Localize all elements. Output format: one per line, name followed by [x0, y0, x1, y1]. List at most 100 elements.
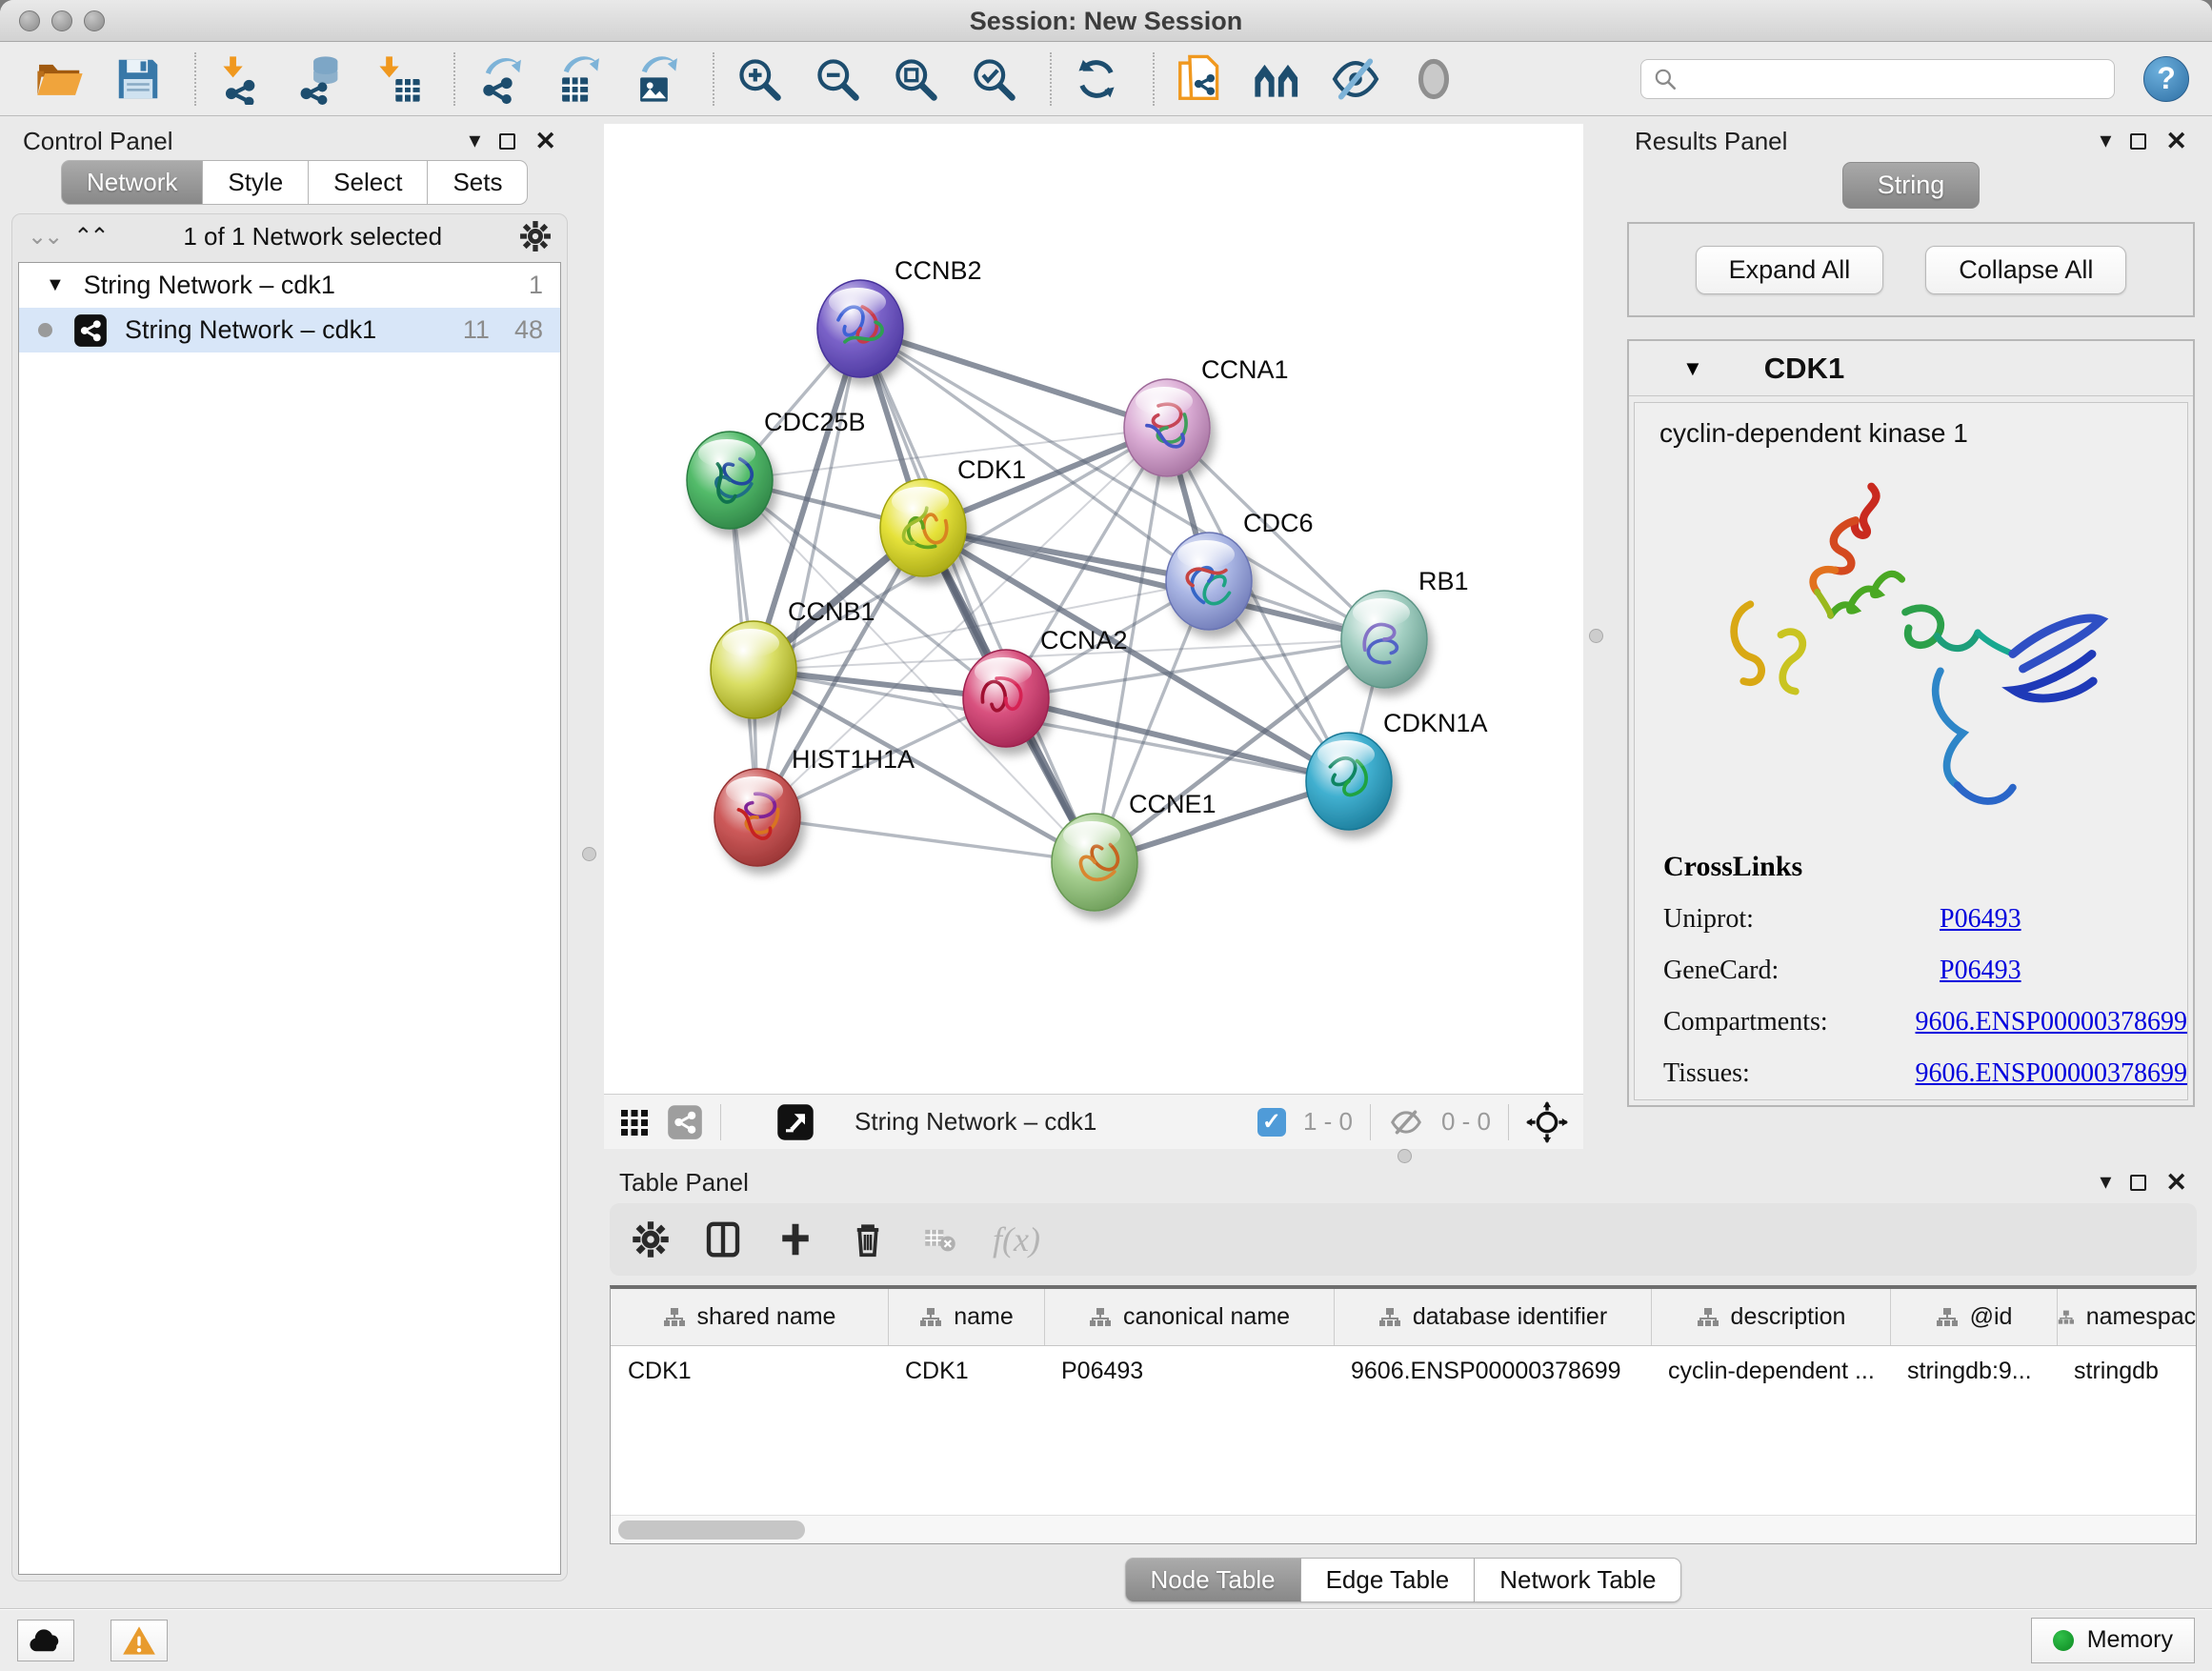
add-column-icon[interactable]: [775, 1219, 815, 1259]
export-table-icon[interactable]: [551, 51, 606, 107]
tab-select[interactable]: Select: [309, 160, 428, 205]
expand-all-icon[interactable]: ⌃⌃: [73, 223, 106, 251]
cell-name[interactable]: CDK1: [888, 1358, 1044, 1385]
float-panel-icon[interactable]: [499, 133, 515, 150]
node-RB1[interactable]: [1341, 591, 1427, 688]
selected-checkbox[interactable]: ✓: [1257, 1108, 1286, 1137]
node-CDC25B[interactable]: [687, 432, 773, 529]
cell-canonical-name[interactable]: P06493: [1044, 1358, 1334, 1385]
cloud-button[interactable]: [17, 1620, 74, 1661]
tab-network-table[interactable]: Network Table: [1475, 1558, 1681, 1602]
zoom-fit-icon[interactable]: [888, 51, 943, 107]
horizontal-splitter-handle[interactable]: [1398, 1149, 1412, 1163]
right-splitter-handle[interactable]: [1589, 629, 1603, 643]
minimize-window-button[interactable]: [51, 10, 72, 31]
left-splitter-handle[interactable]: [582, 847, 596, 861]
close-panel-icon[interactable]: ✕: [2165, 129, 2187, 154]
panel-menu-icon[interactable]: ▾: [2100, 130, 2111, 152]
node-CDK1[interactable]: [880, 479, 966, 576]
crosslink-link[interactable]: P06493: [1940, 956, 2021, 986]
warning-button[interactable]: [111, 1620, 168, 1661]
open-session-icon[interactable]: [32, 51, 88, 107]
zoom-selected-icon[interactable]: [966, 51, 1021, 107]
node-CCNB1[interactable]: [711, 621, 796, 718]
edge-CCNB2-CCNE1[interactable]: [860, 329, 1095, 862]
hide-selected-icon[interactable]: [1328, 51, 1383, 107]
close-panel-icon[interactable]: ✕: [534, 129, 556, 154]
tab-network[interactable]: Network: [61, 160, 203, 205]
save-session-icon[interactable]: [111, 51, 166, 107]
cell--id[interactable]: stringdb:9...: [1890, 1358, 2057, 1385]
panel-menu-icon[interactable]: ▾: [2100, 1171, 2111, 1194]
tab-edge-table[interactable]: Edge Table: [1301, 1558, 1476, 1602]
network-collection-row[interactable]: ▼ String Network – cdk1 1: [19, 263, 560, 308]
column-header-namespace[interactable]: namespace: [2057, 1289, 2197, 1345]
search-input[interactable]: [1640, 59, 2115, 99]
node-table[interactable]: shared namenamecanonical namedatabase id…: [610, 1285, 2197, 1544]
column-header-canonical-name[interactable]: canonical name: [1044, 1289, 1334, 1345]
edge-HIST1H1A-CCNE1[interactable]: [757, 817, 1095, 862]
tab-string[interactable]: String: [1842, 162, 1981, 209]
float-panel-icon[interactable]: [2130, 1175, 2146, 1191]
node-CCNB2[interactable]: [817, 280, 903, 377]
float-panel-icon[interactable]: [2130, 133, 2146, 150]
show-all-icon[interactable]: [1406, 51, 1461, 107]
maximize-window-button[interactable]: [84, 10, 105, 31]
collection-disclosure-icon[interactable]: ▼: [46, 274, 65, 296]
cell-description[interactable]: cyclin-dependent ...: [1651, 1358, 1890, 1385]
export-image-icon[interactable]: [629, 51, 684, 107]
collapse-all-icon[interactable]: ⌄⌄: [28, 223, 60, 251]
close-window-button[interactable]: [19, 10, 40, 31]
crosslink-link[interactable]: 9606.ENSP00000378699: [1916, 1058, 2187, 1089]
column-header-database-identifier[interactable]: database identifier: [1334, 1289, 1651, 1345]
node-CCNA2[interactable]: [963, 650, 1049, 747]
network-canvas[interactable]: CCNB2CCNA1CDC25BCDK1CDC6RB1CCNB1CCNA2CDK…: [604, 124, 1583, 1094]
gear-icon[interactable]: [631, 1219, 671, 1259]
network-view[interactable]: CCNB2CCNA1CDC25BCDK1CDC6RB1CCNB1CCNA2CDK…: [604, 124, 1583, 1149]
expand-all-button[interactable]: Expand All: [1696, 246, 1884, 294]
delete-column-icon[interactable]: [848, 1219, 888, 1259]
network-row-selected[interactable]: String Network – cdk1 11 48: [19, 308, 560, 352]
section-disclosure-icon[interactable]: ▼: [1682, 356, 1703, 381]
birdseye-icon[interactable]: [1526, 1101, 1568, 1143]
column-header-name[interactable]: name: [888, 1289, 1044, 1345]
edge-CCNB2-CCNA1[interactable]: [860, 329, 1167, 428]
help-icon[interactable]: ?: [2143, 56, 2189, 102]
refresh-layout-icon[interactable]: [1069, 51, 1124, 107]
horizontal-scrollbar[interactable]: [611, 1515, 2196, 1543]
close-panel-icon[interactable]: ✕: [2165, 1170, 2187, 1196]
node-CDC6[interactable]: [1166, 533, 1252, 630]
zoom-in-icon[interactable]: [732, 51, 787, 107]
node-CDKN1A[interactable]: [1306, 733, 1392, 830]
scrollbar-thumb[interactable]: [618, 1520, 805, 1540]
import-table-icon[interactable]: [370, 51, 425, 107]
node-CCNA1[interactable]: [1124, 379, 1210, 476]
crosslink-link[interactable]: 9606.ENSP00000378699: [1916, 1007, 2187, 1037]
tab-style[interactable]: Style: [203, 160, 309, 205]
column-header-shared-name[interactable]: shared name: [611, 1289, 888, 1345]
network-options-gear-icon[interactable]: [519, 220, 552, 252]
edge-CCNA2-CDKN1A[interactable]: [1006, 698, 1349, 781]
memory-button[interactable]: Memory: [2031, 1618, 2195, 1663]
share-network-icon[interactable]: [667, 1104, 703, 1140]
grid-view-icon[interactable]: [619, 1107, 650, 1137]
node-HIST1H1A[interactable]: [714, 769, 800, 866]
tab-node-table[interactable]: Node Table: [1125, 1558, 1301, 1602]
tab-sets[interactable]: Sets: [428, 160, 528, 205]
table-row[interactable]: CDK1CDK1P064939606.ENSP00000378699cyclin…: [611, 1346, 2196, 1396]
node-CCNE1[interactable]: [1052, 814, 1137, 911]
zoom-out-icon[interactable]: [810, 51, 865, 107]
crosslink-link[interactable]: P06493: [1940, 904, 2021, 935]
cell-namespace[interactable]: stringdb: [2057, 1358, 2197, 1385]
protein-section-header[interactable]: ▼ CDK1: [1629, 341, 2193, 396]
panel-menu-icon[interactable]: ▾: [469, 130, 480, 152]
collapse-all-button[interactable]: Collapse All: [1925, 246, 2126, 294]
cell-database-identifier[interactable]: 9606.ENSP00000378699: [1334, 1358, 1651, 1385]
columns-icon[interactable]: [703, 1219, 743, 1259]
import-network-file-icon[interactable]: [213, 51, 269, 107]
export-network-icon[interactable]: [473, 51, 528, 107]
cell-shared-name[interactable]: CDK1: [611, 1358, 888, 1385]
column-header-description[interactable]: description: [1651, 1289, 1890, 1345]
open-in-window-icon[interactable]: [776, 1103, 814, 1141]
first-neighbors-icon[interactable]: [1250, 51, 1305, 107]
